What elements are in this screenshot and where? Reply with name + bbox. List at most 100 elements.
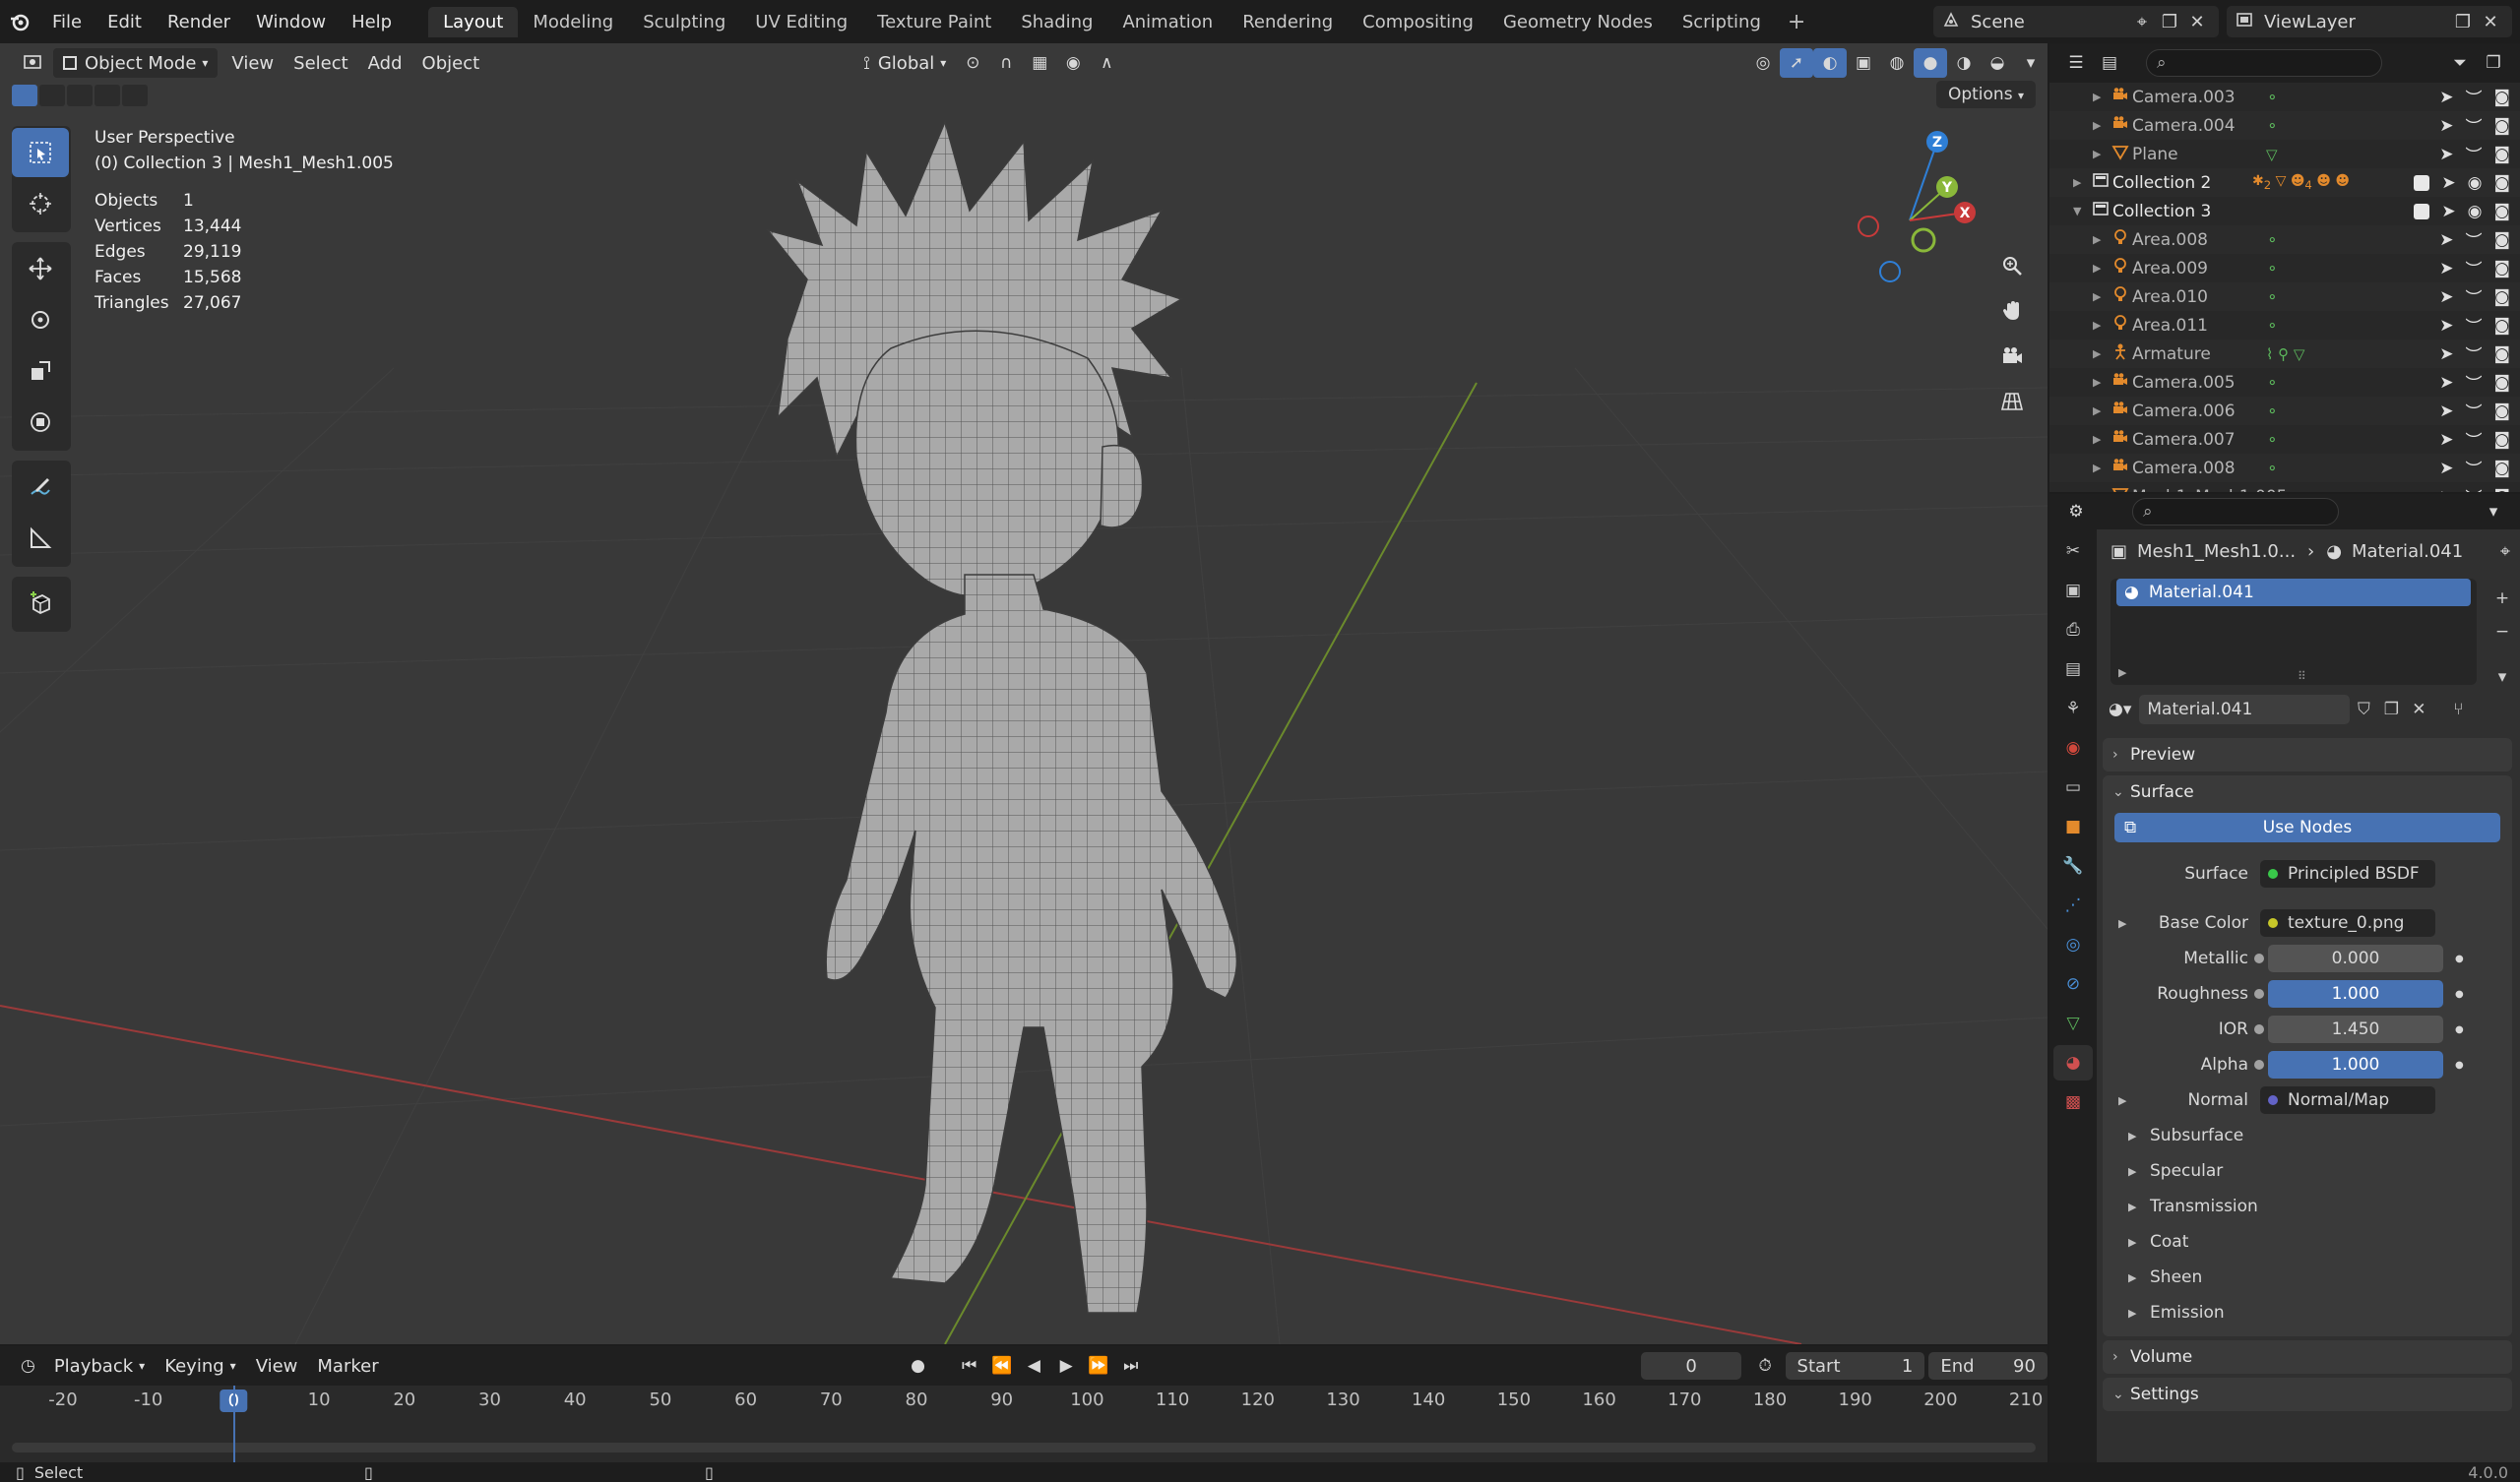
fake-user-shield-icon[interactable]: ⛉ <box>2350 696 2377 723</box>
exclude-checkbox[interactable] <box>2414 203 2430 219</box>
chevron-down-icon[interactable]: ▾ <box>2014 48 2048 78</box>
jump-start-icon[interactable]: ⏮ <box>953 1351 985 1381</box>
outliner-object-row[interactable]: ▶ Area.009 ⚬ ➤ ︶ ◙ <box>2049 254 2520 282</box>
proportional-edit-icon[interactable]: ◉ <box>1056 48 1090 78</box>
subpanel-sheen[interactable]: ▶ Sheen <box>2103 1260 2512 1295</box>
annotate-tool-icon[interactable] <box>12 463 69 512</box>
menu-view[interactable]: View <box>221 48 284 78</box>
render-camera-icon[interactable]: ◙ <box>2494 202 2511 221</box>
expand-triangle-icon[interactable]: ▶ <box>2093 319 2109 332</box>
3d-viewport[interactable]: Object Mode ▾ View Select Add Object ⟟ G… <box>0 43 2048 1344</box>
expand-triangle-icon[interactable]: ▶ <box>2093 347 2109 360</box>
pivot-point-icon[interactable]: ⊙ <box>956 48 989 78</box>
rotate-tool-icon[interactable] <box>12 295 69 344</box>
physics-tab-icon[interactable]: ◎ <box>2053 927 2093 962</box>
outliner-object-row[interactable]: ▶ Camera.005 ⚬ ➤ ︶ ◙ <box>2049 368 2520 397</box>
material-tab-icon[interactable]: ◕ <box>2053 1045 2093 1081</box>
outliner-item-name[interactable]: Area.009 <box>2132 259 2260 278</box>
render-camera-icon[interactable]: ◙ <box>2494 116 2511 136</box>
properties-editor-icon[interactable]: ⚙ <box>2059 497 2093 526</box>
visibility-eye-icon[interactable]: ◉ <box>2468 202 2483 221</box>
expand-triangle-icon[interactable]: ▶ <box>2093 490 2109 492</box>
outliner-object-row[interactable]: ▶ Armature ⌇ ⚲ ▽ ➤ ︶ ◙ <box>2049 340 2520 368</box>
outliner-object-row[interactable]: ▶ Area.011 ⚬ ➤ ︶ ◙ <box>2049 311 2520 340</box>
solid-shading-icon[interactable]: ● <box>1914 48 1947 78</box>
visibility-eye-icon[interactable]: ︶ <box>2466 227 2483 252</box>
editor-type-icon[interactable] <box>16 48 49 78</box>
outliner-object-row[interactable]: ▶ Camera.003 ⚬ ➤ ︶ ◙ <box>2049 83 2520 111</box>
pan-hand-icon[interactable] <box>1992 291 2032 331</box>
falloff-icon[interactable]: ∧ <box>1090 48 1123 78</box>
select-subtract-icon[interactable] <box>67 85 93 106</box>
prev-keyframe-icon[interactable]: ⏪ <box>985 1351 1018 1381</box>
subpanel-emission[interactable]: ▶ Emission <box>2103 1295 2512 1330</box>
outliner-item-name[interactable]: Camera.007 <box>2132 430 2260 450</box>
visibility-icon[interactable]: ◎ <box>1746 48 1780 78</box>
expand-triangle-icon[interactable]: ▶ <box>2118 1094 2126 1107</box>
gizmo-neg-x[interactable] <box>1858 216 1879 237</box>
menu-window[interactable]: Window <box>243 0 339 43</box>
tab-sculpting[interactable]: Sculpting <box>628 7 740 37</box>
pin-icon[interactable]: ⌖ <box>2128 8 2156 35</box>
pin-icon[interactable]: ⌖ <box>2500 541 2510 562</box>
render-camera-icon[interactable]: ◙ <box>2494 230 2511 250</box>
outliner-item-name[interactable]: Area.011 <box>2132 316 2260 336</box>
outliner-item-name[interactable]: Camera.004 <box>2132 116 2260 136</box>
add-slot-icon[interactable]: + <box>2488 585 2516 612</box>
visibility-eye-icon[interactable]: ︶ <box>2466 85 2483 109</box>
render-camera-icon[interactable]: ◙ <box>2494 487 2511 493</box>
base-color-link-field[interactable]: texture_0.png <box>2260 909 2435 937</box>
overlay-toggle-icon[interactable]: ◐ <box>1813 48 1847 78</box>
filter-icon[interactable]: ⏷ <box>2443 48 2477 78</box>
subpanel-transmission[interactable]: ▶ Transmission <box>2103 1189 2512 1224</box>
keyframe-dot-icon[interactable]: ● <box>2455 1024 2464 1035</box>
preview-panel[interactable]: › Preview <box>2103 738 2512 772</box>
tab-scripting[interactable]: Scripting <box>1668 7 1776 37</box>
menu-view[interactable]: View <box>246 1351 308 1381</box>
outliner-object-row[interactable]: ▶ Area.008 ⚬ ➤ ︶ ◙ <box>2049 225 2520 254</box>
chevron-down-icon[interactable]: ▾ <box>2488 663 2516 691</box>
render-camera-icon[interactable]: ◙ <box>2494 344 2511 364</box>
chevron-down-icon[interactable]: ▾ <box>2477 497 2510 526</box>
add-workspace-button[interactable]: + <box>1776 10 1817 34</box>
start-frame-field[interactable]: Start 1 <box>1785 1352 1925 1380</box>
next-keyframe-icon[interactable]: ⏩ <box>1083 1351 1115 1381</box>
outliner-item-name[interactable]: Camera.006 <box>2132 401 2260 421</box>
close-icon[interactable]: ✕ <box>2183 8 2211 35</box>
keyframe-dot-icon[interactable]: ● <box>2455 989 2464 1000</box>
visibility-eye-icon[interactable]: ︶ <box>2466 370 2483 395</box>
keyframe-dot-icon[interactable]: ● <box>2455 1060 2464 1071</box>
properties-search-input[interactable]: ⌕ <box>2132 498 2339 525</box>
select-extend-icon[interactable] <box>39 85 65 106</box>
visibility-eye-icon[interactable]: ︶ <box>2466 313 2483 338</box>
current-frame-field[interactable]: 0 <box>1641 1352 1741 1380</box>
selectable-arrow-icon[interactable]: ➤ <box>2439 316 2453 336</box>
selectable-arrow-icon[interactable]: ➤ <box>2439 487 2453 493</box>
view-layer-field[interactable]: ViewLayer ❐ ✕ <box>2227 6 2512 37</box>
move-tool-icon[interactable] <box>12 244 69 293</box>
outliner-item-name[interactable]: Collection 3 <box>2112 202 2240 221</box>
outliner-item-name[interactable]: Camera.003 <box>2132 88 2260 107</box>
character-mesh[interactable] <box>0 43 2048 1344</box>
keyframe-dot-icon[interactable]: ● <box>2455 954 2464 964</box>
preview-panel-header[interactable]: › Preview <box>2103 738 2512 772</box>
tab-rendering[interactable]: Rendering <box>1228 7 1348 37</box>
settings-panel[interactable]: ⌄ Settings <box>2103 1378 2512 1411</box>
remove-slot-icon[interactable]: − <box>2488 618 2516 646</box>
render-camera-icon[interactable]: ◙ <box>2494 459 2511 478</box>
gizmo-neg-y[interactable] <box>1911 227 1936 253</box>
outliner-item-name[interactable]: Camera.008 <box>2132 459 2260 478</box>
outliner-item-name[interactable]: Camera.005 <box>2132 373 2260 393</box>
view-layer-tab-icon[interactable]: ▤ <box>2053 651 2093 687</box>
scene-field[interactable]: Scene ⌖ ❐ ✕ <box>1933 6 2219 37</box>
visibility-eye-icon[interactable]: ︶ <box>2466 456 2483 480</box>
tab-uv-editing[interactable]: UV Editing <box>740 7 862 37</box>
tab-shading[interactable]: Shading <box>1006 7 1107 37</box>
outliner-item-name[interactable]: Area.010 <box>2132 287 2260 307</box>
selectable-arrow-icon[interactable]: ➤ <box>2439 401 2453 421</box>
cursor-tool-icon[interactable] <box>12 179 69 228</box>
outliner-collection-row[interactable]: ▶ Collection 2 ✱2 ▽ ☻4 ☻ ☻ ➤ ◉ ◙ <box>2049 168 2520 197</box>
render-camera-icon[interactable]: ◙ <box>2494 145 2511 164</box>
selectable-arrow-icon[interactable]: ➤ <box>2439 430 2453 450</box>
render-camera-icon[interactable]: ◙ <box>2494 88 2511 107</box>
